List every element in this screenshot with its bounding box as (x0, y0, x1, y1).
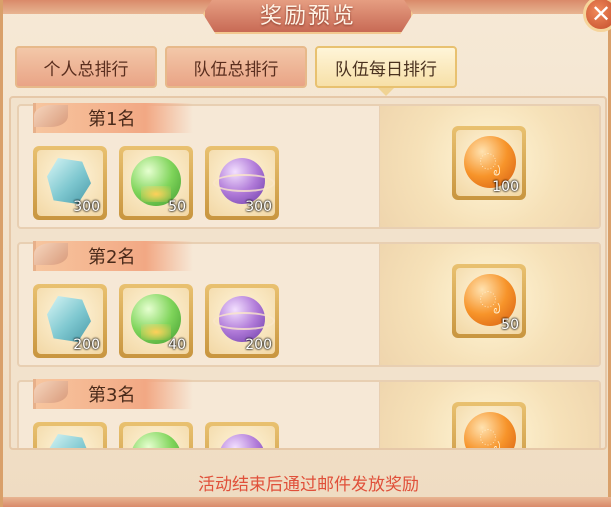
close-button[interactable]: ✕ (583, 0, 611, 32)
rank-card: 第2名 200 40 200 ೃ 50 (17, 241, 601, 367)
tab-label: 个人总排行 (43, 59, 129, 80)
item-count: 200 (245, 337, 272, 353)
reward-item[interactable] (205, 422, 279, 448)
reward-item[interactable] (119, 422, 193, 448)
rank-label-text: 第3名 (88, 385, 136, 406)
title-plate: 奖励预览 (203, 0, 413, 34)
rank-card: 第3名 ೃ (17, 379, 601, 448)
fire-orb-icon: ೃ (464, 412, 516, 448)
rank-reward-list[interactable]: 第1名 300 50 300 ೃ 100 第2名 200 40 200 ೃ 50… (9, 96, 607, 450)
special-reward-item[interactable]: ೃ (452, 402, 526, 448)
tab-label: 队伍每日排行 (335, 59, 437, 80)
ribbon-decoration-icon (34, 243, 68, 265)
purple-orb-icon (219, 434, 265, 448)
tab-bar: 个人总排行 队伍总排行 队伍每日排行 (15, 46, 475, 88)
crystal-icon (47, 158, 91, 204)
rank-items-area: 第2名 200 40 200 (19, 241, 379, 365)
reward-item[interactable]: 200 (205, 284, 279, 358)
reward-item[interactable]: 200 (33, 284, 107, 358)
reward-item[interactable] (33, 422, 107, 448)
ribbon-decoration-icon (34, 105, 68, 127)
tab-label: 队伍总排行 (193, 59, 279, 80)
reward-item[interactable]: 50 (119, 146, 193, 220)
reward-item[interactable]: 300 (205, 146, 279, 220)
tab-personal-total[interactable]: 个人总排行 (15, 46, 157, 88)
item-count: 100 (492, 179, 519, 195)
rank-label: 第2名 (33, 241, 193, 271)
green-orb-icon (131, 432, 181, 448)
special-reward-area: ೃ 100 (379, 106, 599, 227)
rank-label: 第3名 (33, 379, 193, 409)
item-count: 200 (73, 337, 100, 353)
item-count: 50 (168, 199, 186, 215)
tab-team-total[interactable]: 队伍总排行 (165, 46, 307, 88)
rank-label-text: 第2名 (88, 247, 136, 268)
reward-notice: 活动结束后通过邮件发放奖励 (198, 475, 419, 495)
active-tab-pointer (378, 88, 394, 96)
reward-item[interactable]: 300 (33, 146, 107, 220)
bottom-border (3, 497, 611, 507)
tab-team-daily[interactable]: 队伍每日排行 (315, 46, 457, 88)
item-count: 300 (73, 199, 100, 215)
special-reward-area: ೃ 50 (379, 244, 599, 365)
rank-label: 第1名 (33, 103, 193, 133)
item-count: 50 (501, 317, 519, 333)
reward-item[interactable]: 40 (119, 284, 193, 358)
crystal-icon (47, 296, 91, 342)
ribbon-decoration-icon (34, 381, 68, 403)
rank-items-area: 第3名 (19, 379, 379, 448)
item-count: 40 (168, 337, 186, 353)
crystal-icon (47, 434, 91, 448)
special-reward-item[interactable]: ೃ 50 (452, 264, 526, 338)
purple-orb-icon (213, 158, 275, 204)
rank-card: 第1名 300 50 300 ೃ 100 (17, 103, 601, 229)
window-title: 奖励预览 (259, 4, 356, 29)
rank-label-text: 第1名 (88, 109, 136, 130)
rank-items-area: 第1名 300 50 300 (19, 103, 379, 227)
item-count: 300 (245, 199, 272, 215)
special-reward-item[interactable]: ೃ 100 (452, 126, 526, 200)
reward-preview-window: 奖励预览 ✕ 个人总排行 队伍总排行 队伍每日排行 第1名 300 50 300… (0, 0, 611, 507)
special-reward-area: ೃ (379, 382, 599, 448)
close-icon: ✕ (590, 0, 611, 28)
purple-orb-icon (213, 296, 275, 342)
